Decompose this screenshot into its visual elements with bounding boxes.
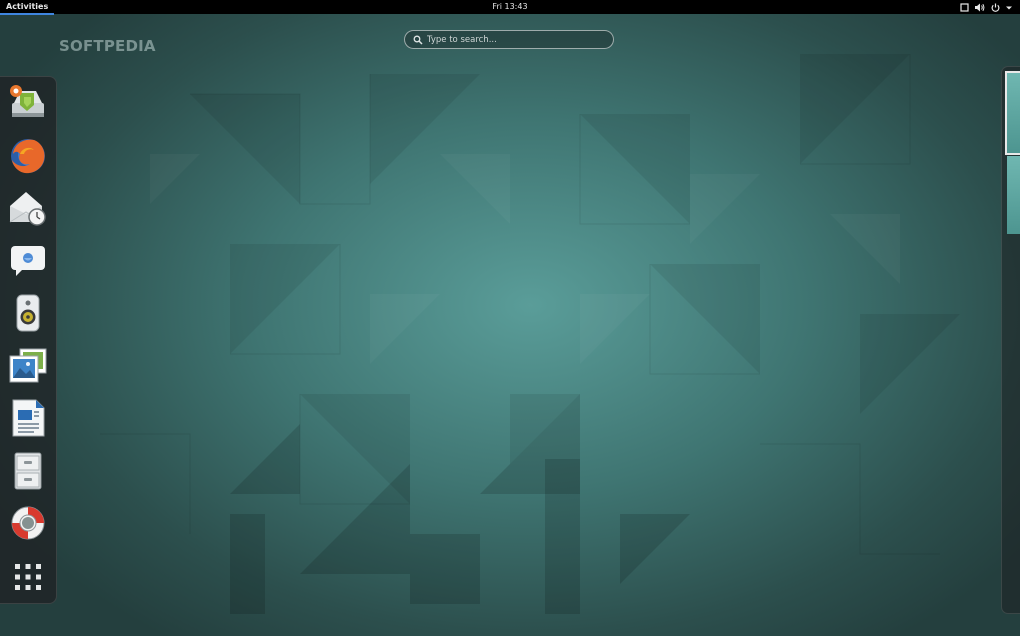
power-icon[interactable] xyxy=(991,3,1000,12)
system-tray[interactable] xyxy=(960,2,1012,12)
dash-item-rhythmbox[interactable] xyxy=(8,293,48,333)
top-bar: Activities Fri 13:43 xyxy=(0,0,1020,15)
help-lifebuoy-icon xyxy=(11,506,45,540)
evolution-mail-icon xyxy=(9,192,46,226)
file-cabinet-icon xyxy=(14,452,42,490)
search-input[interactable] xyxy=(427,34,607,45)
search-box[interactable] xyxy=(404,30,614,49)
rhythmbox-speaker-icon xyxy=(16,294,40,332)
empathy-chat-icon xyxy=(11,246,45,276)
show-applications-icon xyxy=(15,564,41,590)
dash-item-files[interactable] xyxy=(8,451,48,491)
workspace-thumbnail-2[interactable] xyxy=(1007,156,1020,234)
workspace-selector xyxy=(1001,66,1020,614)
dash-item-firefox[interactable] xyxy=(8,136,48,176)
dash-item-empathy[interactable] xyxy=(8,240,48,280)
volume-icon[interactable] xyxy=(975,3,985,12)
firefox-icon xyxy=(11,139,45,174)
window-icon[interactable] xyxy=(960,2,969,12)
dash-item-shotwell[interactable] xyxy=(8,346,48,386)
softpedia-watermark: SOFTPEDIA xyxy=(59,37,156,55)
workspace-thumbnail-1[interactable] xyxy=(1005,71,1020,155)
dash xyxy=(0,76,57,604)
dash-item-writer[interactable] xyxy=(8,398,48,438)
dash-item-software[interactable] xyxy=(8,83,48,123)
dash-item-show-applications[interactable] xyxy=(8,557,48,597)
libreoffice-writer-icon xyxy=(12,399,45,437)
shotwell-photos-icon xyxy=(9,348,47,383)
search-icon xyxy=(413,35,423,45)
dash-item-help[interactable] xyxy=(8,503,48,543)
clock[interactable]: Fri 13:43 xyxy=(0,0,1020,13)
software-install-icon xyxy=(10,85,44,117)
dash-item-evolution[interactable] xyxy=(8,188,48,228)
wallpaper-pattern xyxy=(100,54,960,614)
chevron-down-icon[interactable] xyxy=(1006,3,1012,12)
